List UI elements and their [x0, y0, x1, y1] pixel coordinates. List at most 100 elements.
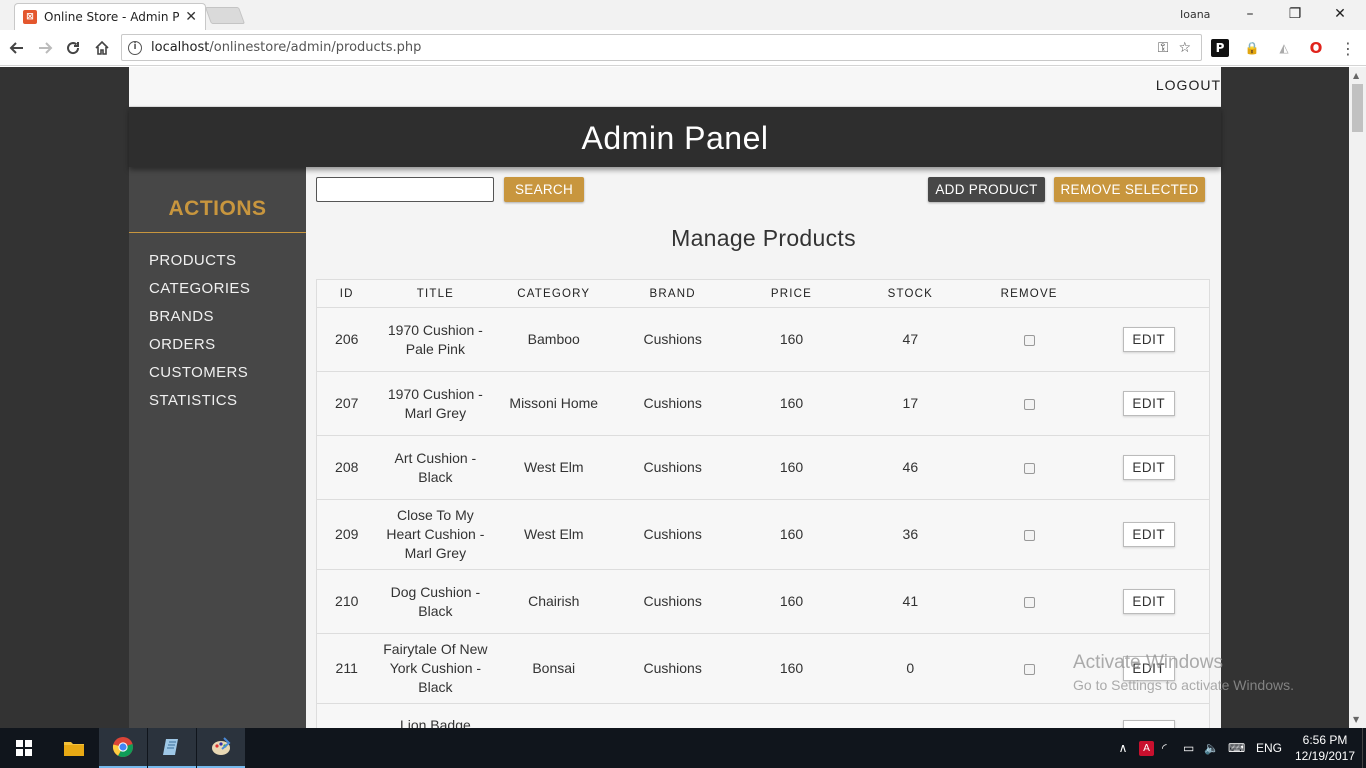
sidebar-menu: PRODUCTS CATEGORIES BRANDS ORDERS CUSTOM…	[149, 251, 250, 419]
network-icon[interactable]: ◜	[1162, 741, 1176, 755]
cell-stock: 41	[850, 569, 970, 634]
menu-kebab-icon[interactable]: ⋮	[1339, 39, 1357, 58]
start-button[interactable]	[0, 728, 48, 768]
sidebar-item-statistics[interactable]: STATISTICS	[149, 391, 250, 419]
address-bar[interactable]: i localhost/onlinestore/admin/products.p…	[121, 34, 1202, 61]
url-text: localhost/onlinestore/admin/products.php	[151, 40, 422, 55]
edit-button[interactable]: EDIT	[1122, 589, 1175, 614]
add-product-button[interactable]: ADD PRODUCT	[928, 177, 1045, 202]
volume-icon[interactable]: 🔈	[1204, 741, 1219, 755]
scroll-up-arrow-icon[interactable]: ▲	[1353, 71, 1359, 80]
sidebar-item-customers[interactable]: CUSTOMERS	[149, 363, 250, 391]
search-button[interactable]: SEARCH	[504, 177, 584, 202]
cell-stock: 36	[850, 499, 970, 570]
star-icon[interactable]: ☆	[1178, 40, 1191, 56]
taskbar-file-explorer[interactable]	[50, 728, 98, 768]
windows-logo-icon	[16, 740, 32, 756]
column-header-stock: STOCK	[850, 279, 970, 308]
remove-checkbox[interactable]	[1023, 596, 1035, 608]
cell-brand: Cushions	[613, 371, 733, 436]
sidebar-item-products[interactable]: PRODUCTS	[149, 251, 250, 279]
sidebar-item-brands[interactable]: BRANDS	[149, 307, 250, 335]
tab-close-icon[interactable]: ✕	[185, 9, 197, 25]
page-scrollbar[interactable]: ▲ ▼	[1349, 67, 1366, 728]
remove-checkbox[interactable]	[1023, 398, 1035, 410]
tab-title: Online Store - Admin Par	[44, 10, 180, 24]
reload-icon[interactable]	[60, 35, 86, 61]
clock-time: 6:56 PM	[1302, 733, 1348, 747]
edit-button[interactable]: EDIT	[1122, 391, 1175, 416]
tray-overflow-icon[interactable]: ∧	[1116, 741, 1130, 755]
pdf-extension-icon[interactable]: ◭	[1275, 39, 1293, 57]
browser-profile-name[interactable]: Ioana	[1180, 8, 1210, 21]
remove-checkbox[interactable]	[1023, 462, 1035, 474]
cell-price: 160	[732, 435, 851, 500]
cell-price	[732, 703, 851, 728]
edit-button[interactable]: EDIT	[1122, 327, 1175, 352]
new-tab-button[interactable]	[204, 7, 246, 24]
cell-id: 211	[316, 633, 377, 704]
sidebar-title: ACTIONS	[168, 197, 267, 220]
cell-brand: Cushions	[613, 307, 733, 372]
cell-brand: Cushions	[613, 435, 733, 500]
column-header-remove: REMOVE	[969, 279, 1089, 308]
remove-checkbox[interactable]	[1023, 663, 1035, 675]
close-window-button[interactable]: ✕	[1318, 2, 1362, 26]
key-icon[interactable]: ⚿	[1158, 40, 1169, 56]
minimize-button[interactable]: –	[1228, 2, 1272, 26]
antivirus-icon[interactable]: A	[1139, 740, 1154, 756]
sidebar-item-categories[interactable]: CATEGORIES	[149, 279, 250, 307]
taskbar-clock[interactable]: 6:56 PM 12/19/2017	[1288, 732, 1362, 764]
show-desktop-button[interactable]	[1362, 728, 1366, 768]
cell-id: 208	[316, 435, 377, 500]
table-row: 211 Fairytale Of New York Cushion - Blac…	[316, 633, 1210, 704]
clock-date: 12/19/2017	[1294, 749, 1356, 763]
scrollbar-thumb[interactable]	[1352, 84, 1363, 132]
cell-id: 206	[316, 307, 377, 372]
scroll-down-arrow-icon[interactable]: ▼	[1353, 715, 1359, 724]
admin-container: LOGOUT Admin Panel ACTIONS PRODUCTS CATE…	[129, 67, 1221, 728]
keyboard-icon[interactable]: ⌨	[1228, 741, 1245, 755]
logout-link[interactable]: LOGOUT	[1156, 77, 1221, 93]
table-row: 207 1970 Cushion - Marl Grey Missoni Hom…	[316, 371, 1210, 436]
cell-brand: Cushions	[613, 499, 733, 570]
search-input[interactable]	[316, 177, 494, 202]
cell-title: 1970 Cushion - Marl Grey	[376, 371, 495, 436]
browser-titlebar: ⊠ Online Store - Admin Par ✕ Ioana – ❐ ✕	[0, 0, 1366, 30]
cell-actions: EDIT	[1088, 633, 1210, 704]
battery-icon[interactable]: ▭	[1183, 741, 1197, 755]
edit-button[interactable]	[1122, 720, 1175, 728]
edit-button[interactable]: EDIT	[1122, 656, 1175, 681]
extension-p-icon[interactable]: P	[1211, 39, 1229, 57]
browser-tab[interactable]: ⊠ Online Store - Admin Par ✕	[14, 3, 206, 30]
cell-category: West Elm	[494, 435, 614, 500]
lock-extension-icon[interactable]: 🔒	[1243, 39, 1261, 57]
cell-price: 160	[732, 307, 851, 372]
table-row: 210 Dog Cushion - Black Chairish Cushion…	[316, 569, 1210, 634]
xampp-icon: ⊠	[23, 10, 37, 24]
home-icon[interactable]	[89, 35, 115, 61]
cell-category: West Elm	[494, 499, 614, 570]
taskbar-chrome[interactable]	[99, 728, 147, 768]
cell-remove	[969, 569, 1089, 634]
column-header-brand: BRAND	[613, 279, 733, 308]
cell-stock: 47	[850, 307, 970, 372]
language-indicator[interactable]: ENG	[1256, 741, 1282, 755]
back-arrow-icon[interactable]	[4, 35, 30, 61]
cell-price: 160	[732, 371, 851, 436]
taskbar-paint[interactable]	[197, 728, 245, 768]
taskbar-editor[interactable]	[148, 728, 196, 768]
edit-button[interactable]: EDIT	[1122, 455, 1175, 480]
sidebar-item-orders[interactable]: ORDERS	[149, 335, 250, 363]
cell-id: 209	[316, 499, 377, 570]
opera-extension-icon[interactable]: O	[1307, 39, 1325, 57]
edit-button[interactable]: EDIT	[1122, 522, 1175, 547]
info-icon[interactable]: i	[128, 40, 142, 55]
forward-arrow-icon[interactable]	[32, 35, 58, 61]
main-content: SEARCH ADD PRODUCT REMOVE SELECTED Manag…	[306, 167, 1221, 728]
cell-stock	[850, 703, 970, 728]
remove-selected-button[interactable]: REMOVE SELECTED	[1054, 177, 1205, 202]
restore-button[interactable]: ❐	[1273, 2, 1317, 26]
remove-checkbox[interactable]	[1023, 529, 1035, 541]
remove-checkbox[interactable]	[1023, 334, 1035, 346]
